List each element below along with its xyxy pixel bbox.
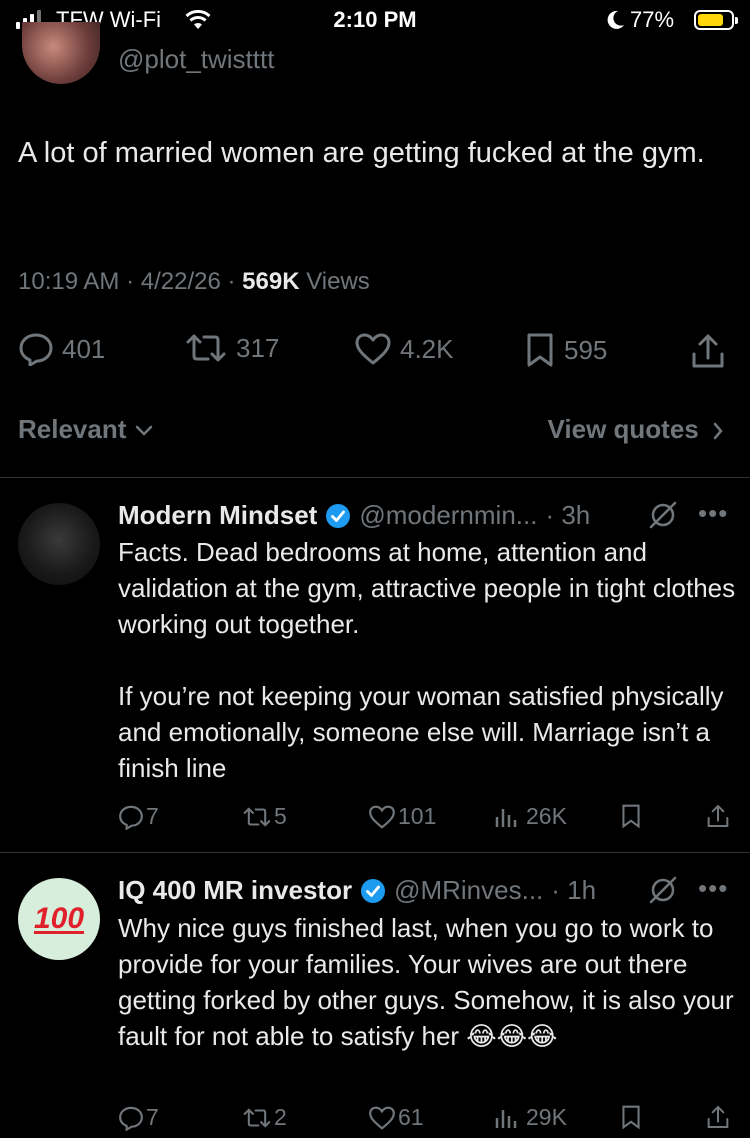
more-options-icon[interactable]: ••• [698,873,728,904]
reply-avatar[interactable] [18,503,100,585]
repost-button[interactable]: 2 [242,1104,287,1131]
view-quotes-link[interactable]: View quotes [548,414,724,445]
more-options-icon[interactable]: ••• [698,498,728,529]
reply-icon [119,805,143,830]
chevron-down-icon [134,424,154,438]
views-count[interactable]: 569K [242,268,299,295]
share-button[interactable] [706,803,730,829]
share-icon [707,804,729,827]
tweet-text: A lot of married women are getting fucke… [18,137,705,169]
reply-actions: 7 2 61 29K [118,1104,734,1138]
heart-icon [355,333,391,365]
repost-count: 5 [274,803,287,829]
author-avatar[interactable] [22,22,100,84]
reply-actions: 7 5 101 26K [118,803,734,837]
moon-icon [604,9,626,31]
reply-avatar[interactable]: 100 [18,878,100,960]
divider [0,852,750,853]
analytics-icon [495,1109,517,1128]
share-button[interactable] [706,1104,730,1130]
like-button[interactable]: 101 [368,803,436,830]
analytics-icon [495,808,517,827]
reply-button[interactable]: 7 [118,1104,159,1131]
tweet-meta: 10:19 AM · 4/22/26 · 569K Views [18,268,370,295]
views-button[interactable]: 26K [494,803,567,830]
like-button[interactable]: 4.2K [354,332,454,366]
divider [0,477,750,478]
reply-author-handle[interactable]: @MRinves... [394,875,543,906]
share-icon [707,1105,729,1128]
reply-count: 7 [146,803,159,829]
reply-time: · 3h [545,500,591,530]
repost-icon [186,334,226,362]
reply-button[interactable]: 7 [118,803,159,830]
like-count: 4.2K [400,333,454,364]
sort-label: Relevant [18,414,127,444]
repost-button[interactable]: 5 [242,803,287,830]
views-button[interactable]: 29K [494,1104,567,1131]
like-count: 101 [398,803,437,829]
share-button[interactable] [690,332,726,370]
tweet-time: 10:19 AM [18,268,120,295]
battery-fill [698,14,723,26]
repost-button[interactable]: 317 [184,332,279,364]
repost-icon [243,1107,271,1128]
reply-count: 401 [62,333,106,364]
reply-header: Modern Mindset @modernmin... · 3h [118,500,590,531]
grok-icon[interactable] [648,500,678,530]
reply-author-handle[interactable]: @modernmin... [359,500,537,531]
like-count: 61 [398,1104,424,1130]
tweet-date: 4/22/26 [140,268,221,295]
bookmark-button[interactable] [620,803,642,829]
battery-icon [694,10,738,30]
hundred-emoji-icon: 100 [33,902,85,935]
reply-header: IQ 400 MR investor @MRinves... · 1h [118,875,596,906]
heart-icon [369,1106,395,1130]
battery-percent: 77% [630,7,675,32]
reply-icon [19,333,53,366]
reply-text: Why nice guys finished last, when you go… [118,913,734,1051]
author-handle[interactable]: @plot_twistttt [118,44,274,75]
reply-button[interactable]: 401 [18,332,105,366]
views-count: 29K [526,1104,567,1130]
bookmark-icon [622,804,640,829]
reply-time: · 1h [551,875,597,905]
grok-icon[interactable] [648,875,678,905]
bookmark-icon [527,333,553,367]
bookmark-count: 595 [564,334,608,365]
like-button[interactable]: 61 [368,1104,424,1131]
heart-icon [369,805,395,829]
bookmark-button[interactable] [620,1104,642,1130]
reply-author-name[interactable]: IQ 400 MR investor [118,875,352,906]
reply-count: 7 [146,1104,159,1130]
repost-icon [243,806,271,827]
reply-author-name[interactable]: Modern Mindset [118,500,317,531]
views-count: 26K [526,803,567,829]
share-icon [692,334,724,368]
tweet-actions: 401 317 4.2K 595 [18,332,732,372]
verified-badge-icon [361,878,386,903]
chevron-right-icon [712,421,724,441]
views-label: Views [306,268,370,295]
repost-count: 2 [274,1104,287,1130]
reply-icon [119,1106,143,1131]
view-quotes-label: View quotes [547,414,699,444]
reply-text: Facts. Dead bedrooms at home, attention … [118,537,736,783]
bookmark-button[interactable]: 595 [524,332,607,368]
sort-dropdown[interactable]: Relevant [18,414,154,445]
repost-count: 317 [236,332,280,363]
bookmark-icon [622,1105,640,1130]
status-bar: TFW Wi-Fi 2:10 PM 77% [0,0,750,40]
verified-badge-icon [326,503,351,528]
